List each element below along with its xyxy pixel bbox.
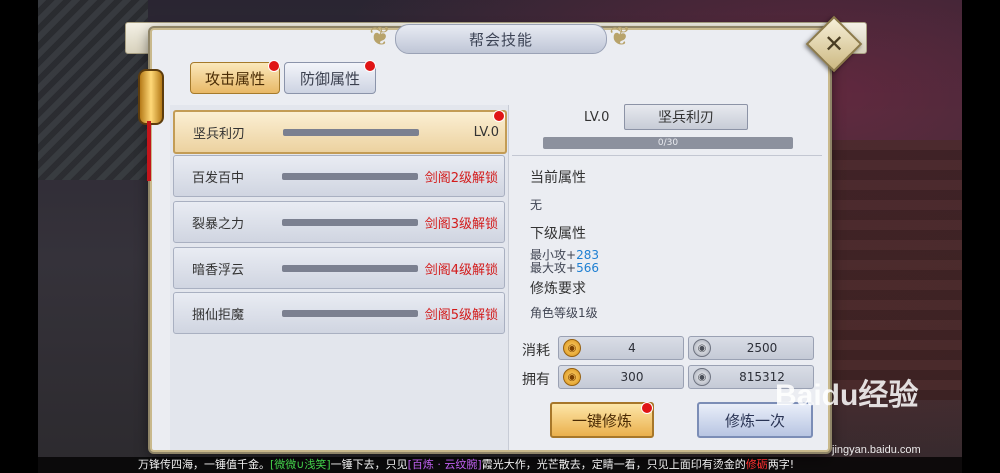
ticker-item-name[interactable]: [百炼 · 云纹腕]: [408, 458, 482, 471]
skill-progress-bar: [282, 309, 418, 317]
one-click-train-label: 一键修炼: [571, 411, 632, 430]
skill-status: 剑阁5级解锁: [424, 307, 498, 323]
baidu-watermark: Baidu经验: [775, 379, 919, 412]
own-gold-value: 300: [620, 370, 644, 384]
ticker-player-name[interactable]: [微微∪浅笑]: [270, 458, 331, 471]
one-click-train-button[interactable]: 一键修炼: [550, 402, 654, 438]
require-heading: 修炼要求: [530, 281, 586, 297]
cost-gold-value: 4: [628, 341, 636, 355]
cost-silver-value: 2500: [746, 341, 778, 355]
detail-skill-name: 坚兵利刃: [624, 104, 748, 130]
tab-defense[interactable]: 防御属性: [284, 62, 376, 94]
skill-row-4[interactable]: 捆仙拒魔 剑阁5级解锁: [173, 292, 505, 334]
skill-name: 百发百中: [192, 170, 245, 186]
skill-status: 剑阁3级解锁: [424, 216, 498, 232]
baidu-watermark-url: jingyan.baidu.com: [832, 444, 921, 456]
skill-progress-bar: [283, 128, 419, 136]
ticker-part3: 霞光大作，光芒散去，定睛一看，只见上面印有烫金的: [481, 458, 746, 471]
silver-coin-icon: ◉: [693, 339, 711, 357]
require-value: 角色等级1级: [530, 306, 598, 320]
skill-row-0[interactable]: 坚兵利刃 LV.0: [173, 110, 507, 154]
gold-coin-icon: ◉: [563, 339, 581, 357]
ticker-part1: 万锋传四海，一锤值千金。: [138, 458, 270, 471]
one-click-train-badge: [641, 402, 653, 414]
tab-defense-badge: [364, 60, 376, 72]
skill-status: 剑阁4级解锁: [424, 262, 498, 278]
ticker-part4: 两字!: [767, 458, 795, 471]
skill-row-0-badge: [493, 110, 505, 122]
tab-defense-label: 防御属性: [299, 69, 360, 88]
skill-progress-bar: [282, 218, 418, 226]
skill-status: LV.0: [473, 124, 499, 140]
skill-progress-bar: [282, 172, 418, 180]
current-attr-heading: 当前属性: [530, 170, 586, 186]
letterbox-left: [0, 0, 38, 473]
broadcast-ticker: 万锋传四海，一锤值千金。[微微∪浅笑]一锤下去，只见[百炼 · 云纹腕]霞光大作…: [38, 457, 962, 473]
cost-label: 消耗: [522, 343, 550, 359]
next-attr-heading: 下级属性: [530, 226, 586, 242]
skill-name: 暗香浮云: [192, 262, 245, 278]
own-gold: ◉ 300: [558, 365, 684, 389]
skill-row-2[interactable]: 裂暴之力 剑阁3级解锁: [173, 201, 505, 243]
detail-level: LV.0: [584, 110, 610, 125]
cost-gold: ◉ 4: [558, 336, 684, 360]
skill-name: 捆仙拒魔: [192, 307, 245, 323]
window-title: 帮会技能: [395, 24, 607, 54]
background-stairs: [832, 140, 962, 400]
detail-progress-bar: 0/30: [543, 137, 793, 149]
tab-attack[interactable]: 攻击属性: [190, 62, 280, 94]
detail-progress-text: 0/30: [657, 138, 679, 148]
skill-row-3[interactable]: 暗香浮云 剑阁4级解锁: [173, 247, 505, 289]
letterbox-right: [962, 0, 1000, 473]
skill-name: 坚兵利刃: [193, 126, 246, 142]
next-max-attack: 最大攻+566: [530, 259, 599, 276]
divider: [512, 155, 822, 156]
next-max-attack-value: 566: [576, 261, 599, 275]
skill-name: 裂暴之力: [192, 216, 245, 232]
skill-progress-bar: [282, 264, 418, 272]
skill-status: 剑阁2级解锁: [424, 170, 498, 186]
own-label: 拥有: [522, 372, 550, 388]
tab-attack-label: 攻击属性: [204, 69, 265, 88]
cost-silver: ◉ 2500: [688, 336, 814, 360]
skill-list: 坚兵利刃 LV.0 百发百中 剑阁2级解锁 裂暴之力 剑阁3级解锁 暗香浮云 剑…: [170, 105, 509, 450]
next-max-attack-label: 最大攻+: [530, 261, 577, 275]
ticker-highlight: 修砺: [745, 458, 768, 471]
close-icon: ✕: [823, 30, 845, 58]
ticker-part2: 一锤下去，只见: [330, 458, 408, 471]
silver-coin-icon: ◉: [693, 368, 711, 386]
tab-attack-badge: [268, 60, 280, 72]
skill-row-1[interactable]: 百发百中 剑阁2级解锁: [173, 155, 505, 197]
gold-coin-icon: ◉: [563, 368, 581, 386]
current-attr-value: 无: [530, 198, 543, 212]
lantern-icon: [136, 55, 164, 181]
